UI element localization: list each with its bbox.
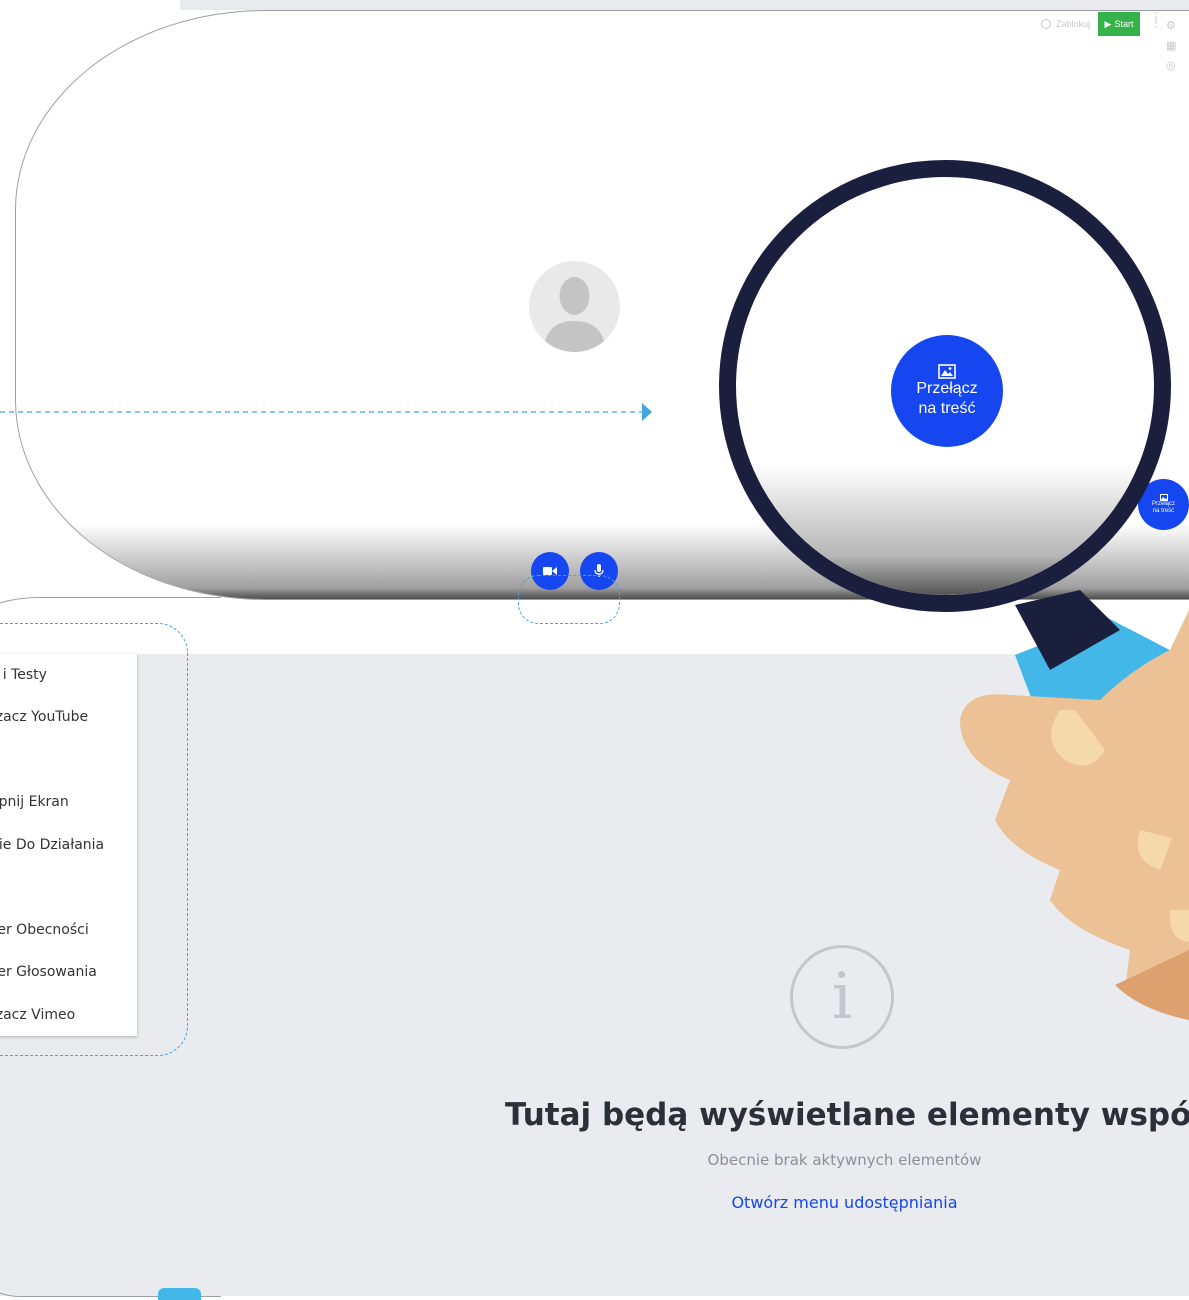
grid-icon[interactable]: ▦ (1166, 36, 1176, 56)
open-share-menu-link[interactable]: Otwórz menu udostępniania (0, 1193, 1189, 1212)
lock-button[interactable]: Zablokuj (1041, 12, 1090, 36)
switch-content-label-line2: na treść (1152, 508, 1175, 514)
share-menu: y i Testy rzacz YouTube ępnij Ekran nie … (0, 654, 137, 1036)
avatar (529, 261, 620, 352)
switch-content-button-zoomed[interactable]: Przełącz na treść (891, 335, 1003, 447)
image-icon (938, 363, 956, 379)
switch-content-label-line1: Przełącz (1151, 501, 1175, 507)
more-options-icon[interactable]: ⋮ ⋮ (1150, 11, 1162, 29)
magnifier-handle (1015, 590, 1120, 670)
play-icon: ▶ (1104, 18, 1112, 29)
lock-label: Zablokuj (1056, 19, 1091, 29)
share-menu-item[interactable]: rzacz Vimeo (0, 1007, 75, 1023)
share-menu-item[interactable]: żer Głosowania (0, 964, 97, 980)
pointer-arrow (0, 403, 652, 421)
share-menu-item[interactable]: żer Obecności (0, 922, 89, 938)
switch-content-label-line2: na treść (918, 399, 976, 417)
user-silhouette-icon (543, 277, 606, 352)
target-icon[interactable]: ◎ (1166, 56, 1176, 76)
top-bar (180, 0, 1189, 10)
info-icon: i (790, 945, 894, 1049)
switch-content-label-line1: Przełącz (916, 379, 978, 397)
share-menu-item[interactable]: rzacz YouTube (0, 709, 88, 725)
share-menu-item[interactable]: ępnij Ekran (0, 794, 69, 810)
lens-bottom-gradient (736, 465, 1154, 595)
settings-icon[interactable]: ⚙ (1166, 16, 1176, 36)
bottom-tab[interactable] (158, 1288, 201, 1300)
lock-icon (1041, 19, 1051, 29)
share-menu-item[interactable]: y i Testy (0, 667, 47, 683)
side-icon-column: ⚙ ▦ ◎ (1166, 16, 1176, 76)
empty-state-title: Tutaj będą wyświetlane elementy wspólne (505, 1097, 1189, 1133)
start-button[interactable]: ▶ Start (1098, 12, 1140, 36)
media-controls-highlight (518, 575, 620, 624)
image-icon (1159, 494, 1168, 501)
start-label: Start (1114, 19, 1134, 29)
share-menu-item[interactable]: nie Do Działania (0, 837, 104, 853)
